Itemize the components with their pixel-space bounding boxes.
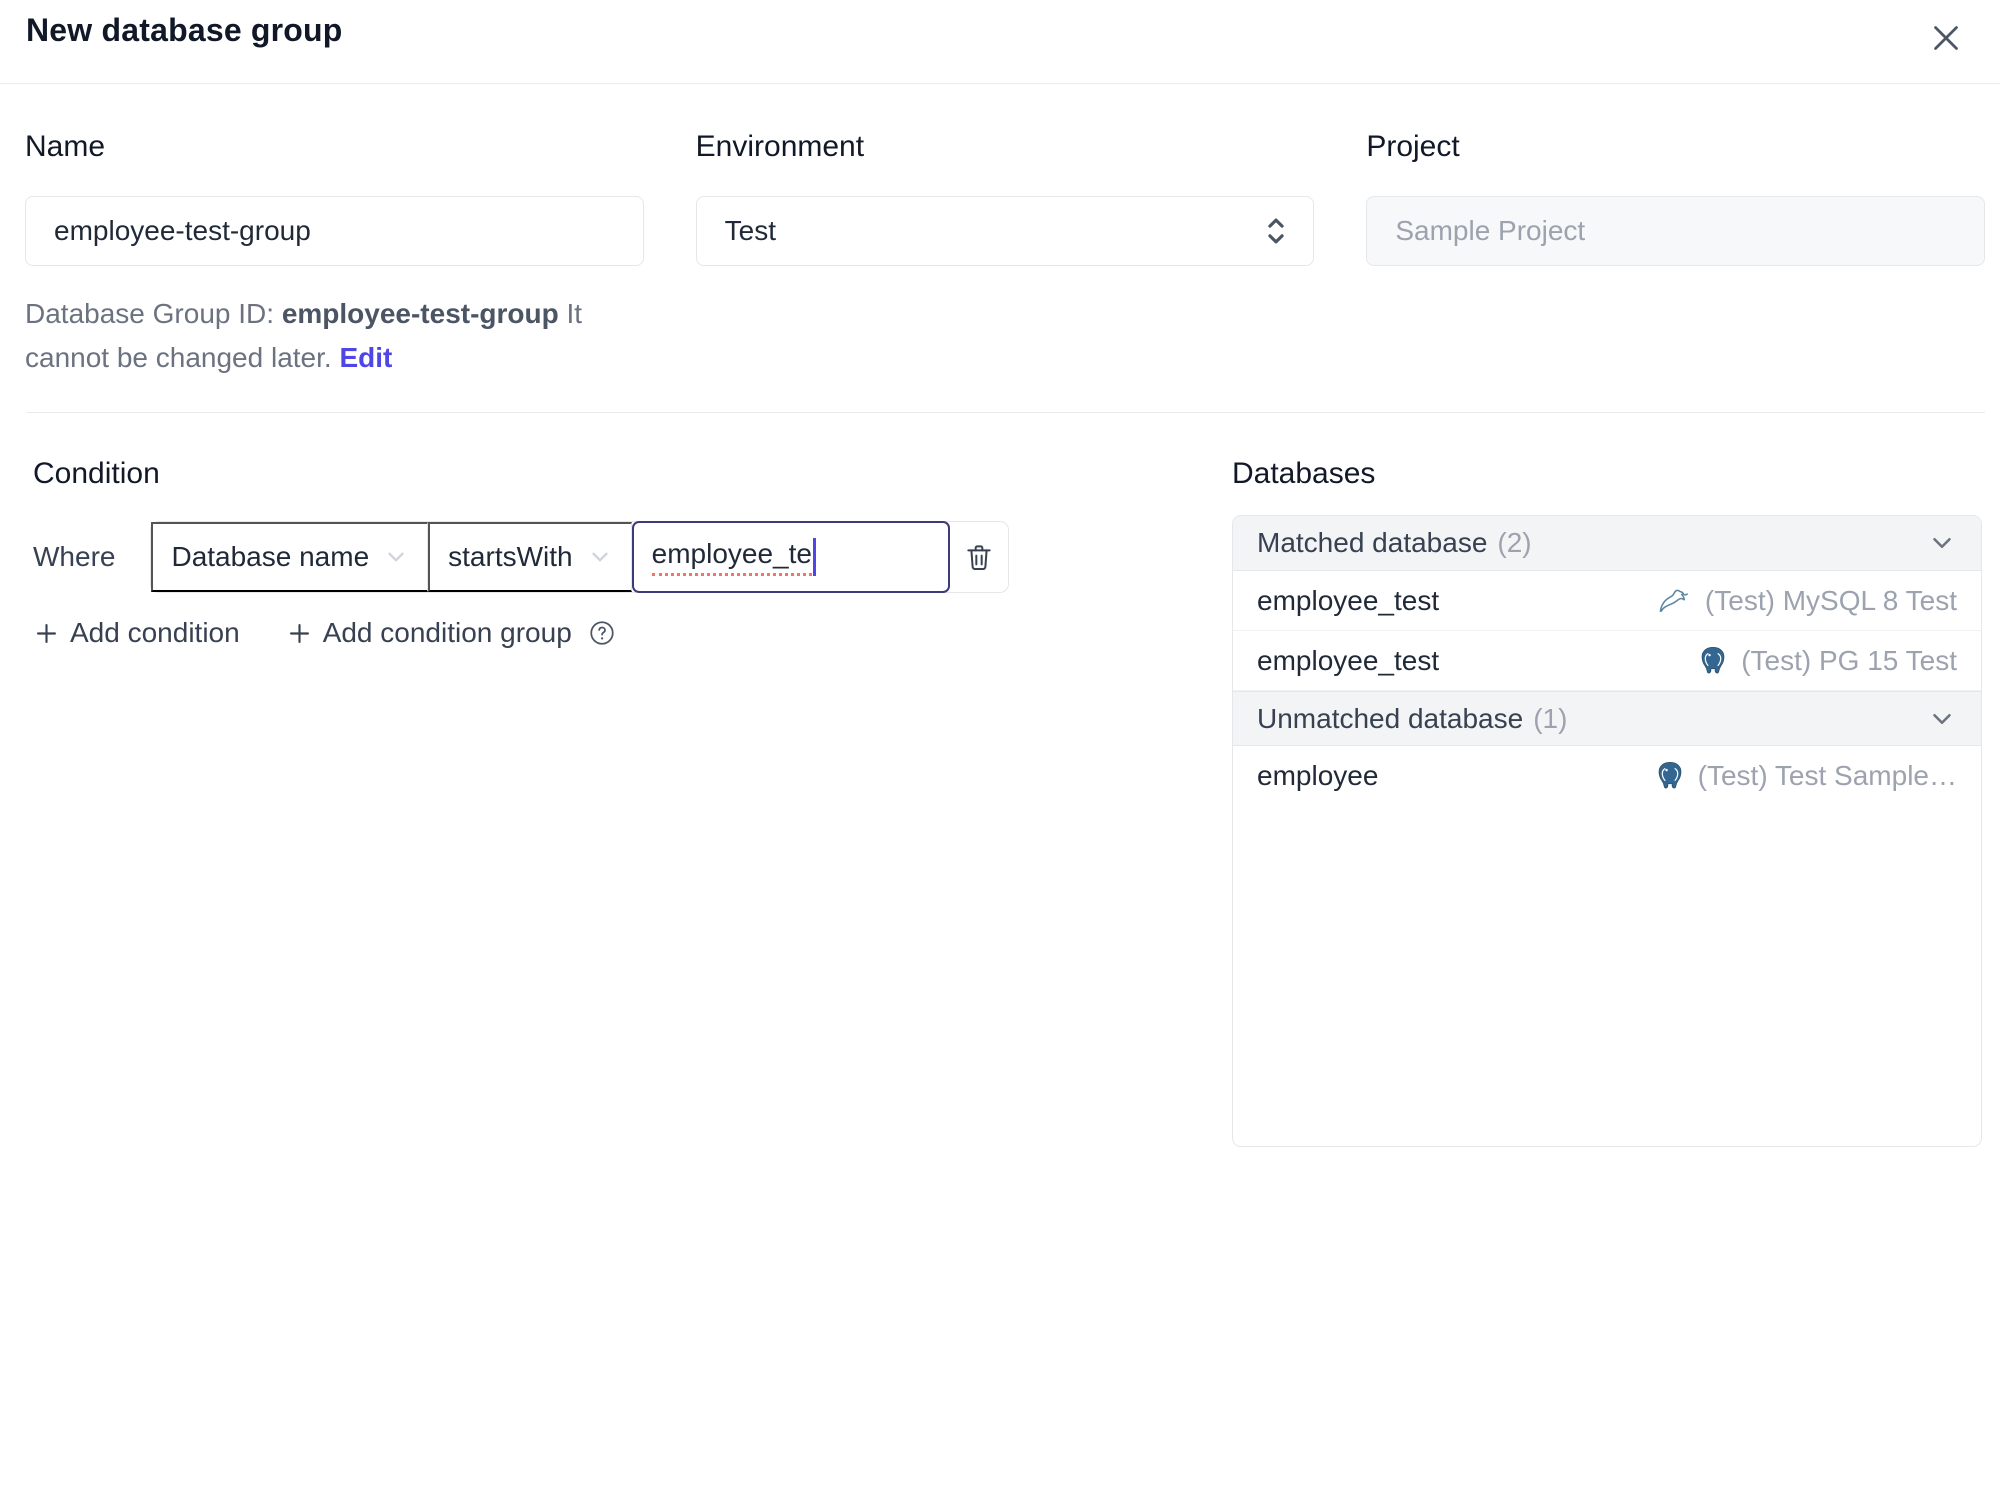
matched-database-label: Matched database bbox=[1257, 527, 1488, 559]
name-label: Name bbox=[25, 130, 106, 163]
mysql-dolphin-icon bbox=[1657, 586, 1693, 616]
unmatched-database-count: (1) bbox=[1533, 702, 1568, 734]
add-condition-group-button[interactable]: Add condition group bbox=[286, 617, 572, 649]
database-name: employee_test bbox=[1257, 584, 1440, 616]
form-section: Name Database Group ID: employee-test-gr… bbox=[0, 84, 2000, 380]
condition-factor-select[interactable]: Database name bbox=[151, 522, 429, 593]
chevron-down-icon bbox=[587, 544, 613, 570]
condition-group: Database name startsWith employee_te bbox=[150, 521, 1009, 594]
unmatched-database-header[interactable]: Unmatched database (1) bbox=[1233, 691, 1981, 747]
updown-chevrons-icon bbox=[1261, 214, 1291, 248]
condition-title: Condition bbox=[33, 457, 160, 491]
name-input[interactable] bbox=[25, 196, 644, 266]
trash-icon bbox=[963, 541, 995, 573]
environment-select[interactable]: Test bbox=[695, 196, 1315, 266]
database-instance-label: (Test) PG 15 Test bbox=[1741, 644, 1957, 676]
add-condition-button[interactable]: Add condition bbox=[33, 617, 240, 649]
where-label: Where bbox=[33, 541, 116, 573]
unmatched-database-label: Unmatched database bbox=[1257, 702, 1524, 734]
close-button[interactable] bbox=[1922, 14, 1970, 62]
condition-row: Where Database name startsWith employee_… bbox=[33, 521, 1232, 594]
environment-label: Environment bbox=[695, 130, 865, 163]
name-field-group: Name Database Group ID: employee-test-gr… bbox=[25, 130, 644, 380]
database-instance-label: (Test) MySQL 8 Test bbox=[1704, 584, 1957, 616]
database-instance-label: (Test) Test Sample… bbox=[1697, 760, 1957, 792]
condition-section: Condition Where Database name startsWith bbox=[26, 457, 1232, 649]
database-row[interactable]: employee_test (Test) PG 15 Test bbox=[1233, 631, 1981, 692]
database-instance: (Test) Test Sample… bbox=[1654, 760, 1957, 792]
text-caret bbox=[812, 538, 816, 577]
dialog-header: New database group bbox=[0, 0, 2000, 84]
postgres-elephant-icon bbox=[1654, 760, 1686, 792]
delete-condition-button[interactable] bbox=[950, 522, 1008, 592]
plus-icon bbox=[286, 620, 313, 647]
condition-value-input[interactable]: employee_te bbox=[631, 521, 950, 594]
database-row[interactable]: employee (Test) Test Sample… bbox=[1233, 746, 1981, 807]
database-name: employee bbox=[1257, 760, 1379, 792]
condition-operator-select[interactable]: startsWith bbox=[428, 522, 632, 593]
database-instance: (Test) PG 15 Test bbox=[1697, 645, 1957, 677]
add-condition-group-label: Add condition group bbox=[322, 617, 572, 649]
matched-database-header[interactable]: Matched database (2) bbox=[1233, 516, 1981, 572]
environment-field-group: Environment Test bbox=[695, 130, 1315, 380]
chevron-down-icon bbox=[1927, 528, 1957, 558]
postgres-elephant-icon bbox=[1697, 645, 1729, 677]
add-condition-label: Add condition bbox=[70, 617, 240, 649]
database-instance: (Test) MySQL 8 Test bbox=[1657, 585, 1957, 617]
database-name: employee_test bbox=[1257, 644, 1440, 676]
condition-factor-value: Database name bbox=[171, 541, 370, 573]
project-field-group: Project bbox=[1366, 130, 1985, 380]
edit-group-id-link[interactable]: Edit bbox=[339, 342, 392, 373]
condition-operator-value: startsWith bbox=[448, 541, 573, 573]
group-id-note: Database Group ID: employee-test-group I… bbox=[25, 292, 644, 380]
page-title: New database group bbox=[26, 12, 343, 48]
question-circle-icon bbox=[588, 619, 616, 647]
plus-icon bbox=[33, 620, 60, 647]
project-input bbox=[1366, 196, 1985, 266]
condition-help-button[interactable] bbox=[588, 619, 616, 647]
environment-selected-value: Test bbox=[724, 215, 777, 246]
project-label: Project bbox=[1366, 130, 1460, 163]
chevron-down-icon bbox=[383, 544, 409, 570]
close-icon bbox=[1928, 20, 1964, 56]
group-id-value: employee-test-group bbox=[281, 298, 559, 329]
database-row[interactable]: employee_test (Test) MySQL 8 Test bbox=[1233, 571, 1981, 632]
matched-database-count: (2) bbox=[1497, 527, 1532, 559]
chevron-down-icon bbox=[1927, 704, 1957, 734]
databases-title: Databases bbox=[1232, 457, 1376, 491]
databases-section: Databases Matched database (2) employee_… bbox=[1232, 457, 1982, 1148]
condition-actions: Add condition Add condition group bbox=[33, 617, 1232, 649]
condition-value-text: employee_te bbox=[651, 538, 812, 577]
group-id-note-prefix: Database Group ID: bbox=[25, 298, 282, 329]
databases-panel: Matched database (2) employee_test (Test… bbox=[1232, 515, 1982, 1148]
